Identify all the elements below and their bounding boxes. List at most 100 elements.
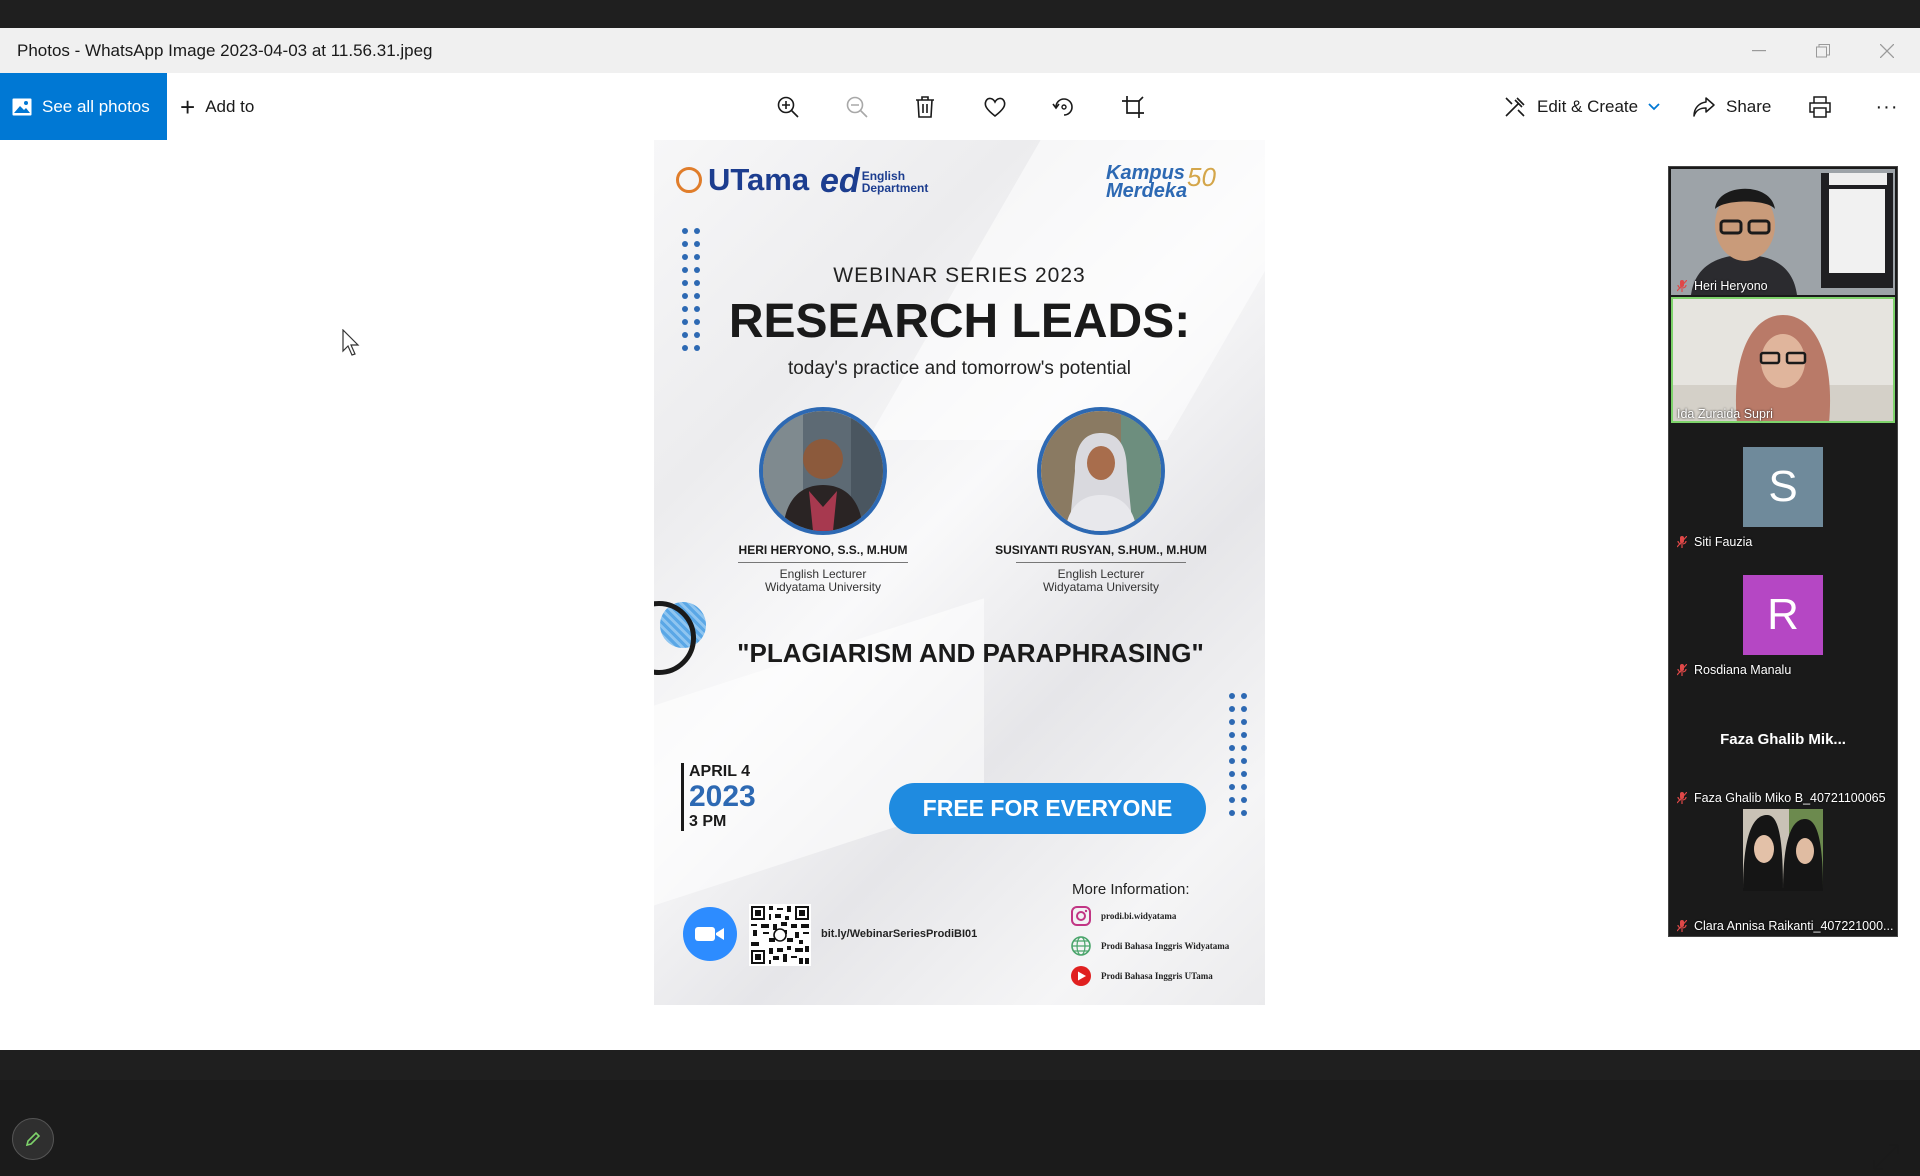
registration-link: bit.ly/WebinarSeriesProdiBI01: [821, 928, 978, 940]
poster-subheadline: today's practice and tomorrow's potentia…: [787, 358, 1132, 379]
restore-button[interactable]: [1791, 28, 1855, 73]
edit-create-icon: [1505, 96, 1525, 117]
instagram-icon: [1071, 906, 1091, 926]
social-website: Prodi Bahasa Inggris Widyatama: [1070, 935, 1229, 957]
pen-icon: [25, 1131, 41, 1147]
trash-icon: [916, 96, 934, 118]
participant-name-text: Ida Zuraida Supri: [1677, 407, 1773, 421]
muted-mic-icon: [1677, 280, 1687, 292]
participant-tile-active-speaker[interactable]: Ida Zuraida Supri: [1671, 297, 1895, 423]
minimize-icon: [1752, 49, 1766, 51]
zoom-out-button[interactable]: [835, 85, 879, 129]
qr-code: [749, 904, 811, 966]
plus-icon: +: [180, 91, 196, 122]
share-icon: [1693, 96, 1715, 117]
webinar-poster: UTama ed English Department Kampus Merde…: [654, 140, 1265, 1005]
cursor-icon: [342, 328, 360, 356]
participant-display-name: Faza Ghalib Mik...: [1720, 731, 1846, 748]
chevron-down-icon: [1648, 102, 1660, 110]
webinar-topic: "PLAGIARISM AND PARAPHRASING": [737, 638, 1204, 668]
rotate-icon: [1052, 98, 1073, 116]
muted-mic-icon: [1677, 792, 1687, 804]
mouse-pointer: [342, 328, 360, 362]
participant-avatar: R: [1743, 575, 1823, 655]
kampus-merdeka-logo: Kampus Merdeka: [1106, 163, 1188, 202]
title-bar: Photos - WhatsApp Image 2023-04-03 at 11…: [0, 28, 1920, 73]
speaker-role-1-line2: Widyatama University: [764, 580, 882, 594]
window-title: Photos - WhatsApp Image 2023-04-03 at 11…: [17, 41, 433, 60]
webinar-series-label: WEBINAR SERIES 2023: [833, 264, 1086, 287]
zoom-out-icon: [846, 96, 868, 118]
print-icon: [1809, 96, 1831, 118]
see-all-photos-button[interactable]: See all photos: [0, 73, 167, 140]
bottom-black-bar: [0, 1050, 1920, 1080]
participant-name-text: Siti Fauzia: [1694, 535, 1753, 549]
heart-icon: [984, 97, 1006, 118]
participant-tile[interactable]: Heri Heryono: [1671, 169, 1895, 295]
crop-button[interactable]: [1111, 85, 1155, 129]
speaker-card-2: SUSIYANTI RUSYAN, S.HUM., M.HUM English …: [986, 407, 1216, 594]
zoom-in-icon: [777, 96, 799, 118]
participant-tile[interactable]: Faza Ghalib Mik... Faza Ghalib Miko B_40…: [1671, 681, 1895, 807]
speaker-role-2-line2: Widyatama University: [1042, 580, 1160, 594]
speaker-divider: [1016, 562, 1186, 563]
top-black-bar: [0, 0, 1920, 28]
participant-name: Ida Zuraida Supri: [1677, 407, 1773, 421]
rotate-button[interactable]: [1042, 85, 1086, 129]
globe-icon: [1071, 936, 1091, 956]
decorative-dots-right: [1229, 693, 1247, 816]
edit-create-button[interactable]: Edit & Create: [1503, 73, 1660, 140]
more-information-label: More Information:: [1072, 881, 1190, 898]
add-to-button[interactable]: + Add to: [180, 73, 254, 140]
speaker-role-1-line1: English Lecturer: [779, 567, 867, 581]
fullscreen-button[interactable]: [1872, 1143, 1900, 1176]
more-options-button[interactable]: ···: [1865, 85, 1909, 129]
participant-tile[interactable]: S Siti Fauzia: [1671, 425, 1895, 551]
event-date-day: APRIL 4: [689, 763, 751, 780]
english-department-logo: ed English Department: [820, 162, 928, 201]
participant-tile[interactable]: R Rosdiana Manalu: [1671, 553, 1895, 679]
utama-logo: UTama: [676, 162, 809, 198]
website-label: Prodi Bahasa Inggris Widyatama: [1101, 941, 1230, 951]
participant-name: Clara Annisa Raikanti_407221000...: [1677, 919, 1893, 933]
see-all-photos-label: See all photos: [42, 96, 150, 116]
speaker-name-1: HERI HERYONO, S.S., M.HUM: [738, 543, 908, 557]
edit-create-label: Edit & Create: [1537, 96, 1639, 116]
zoom-video-icon: [683, 907, 737, 961]
speaker-card-1: HERI HERYONO, S.S., M.HUM English Lectur…: [708, 407, 938, 594]
speaker-photo-2: [1037, 407, 1165, 535]
crop-icon: [1122, 96, 1144, 118]
participant-video: [1671, 297, 1895, 423]
utama-logo-text: UTama: [708, 162, 810, 197]
social-instagram: prodi.bi.widyatama: [1070, 905, 1176, 927]
zoom-in-button[interactable]: [766, 85, 810, 129]
participant-avatar: S: [1743, 447, 1823, 527]
youtube-icon: [1071, 966, 1091, 986]
close-button[interactable]: [1855, 28, 1919, 73]
print-button[interactable]: [1798, 85, 1842, 129]
utama-ring-icon: [676, 167, 702, 193]
poster-headline: RESEARCH LEADS:: [728, 295, 1191, 348]
photos-icon: [12, 98, 32, 115]
participant-name-text: Faza Ghalib Miko B_40721100065: [1694, 791, 1886, 805]
muted-mic-icon: [1677, 664, 1687, 676]
kampus-merdeka-line2: Merdeka: [1106, 180, 1188, 202]
speaker-divider: [738, 562, 908, 563]
anniversary-50-logo: 50: [1187, 162, 1216, 192]
participant-name: Heri Heryono: [1677, 279, 1768, 293]
minimize-button[interactable]: [1727, 28, 1791, 73]
share-label: Share: [1726, 96, 1772, 116]
ed-logo-line2: Department: [861, 180, 929, 195]
annotate-button[interactable]: [12, 1118, 54, 1160]
favorite-button[interactable]: [973, 85, 1017, 129]
delete-button[interactable]: [903, 85, 947, 129]
share-button[interactable]: Share: [1692, 73, 1771, 140]
event-time: 3 PM: [689, 813, 727, 830]
free-for-everyone-badge: FREE FOR EVERYONE: [889, 783, 1206, 834]
participant-video: [1671, 169, 1895, 295]
photos-window: Photos - WhatsApp Image 2023-04-03 at 11…: [0, 28, 1920, 1170]
speaker-name-2: SUSIYANTI RUSYAN, S.HUM., M.HUM: [995, 543, 1207, 557]
ed-logo-mark: ed: [820, 162, 860, 200]
participant-tile[interactable]: Clara Annisa Raikanti_407221000...: [1671, 809, 1895, 935]
toolbar: See all photos + Add to Edit & Create Sh…: [0, 73, 1920, 140]
